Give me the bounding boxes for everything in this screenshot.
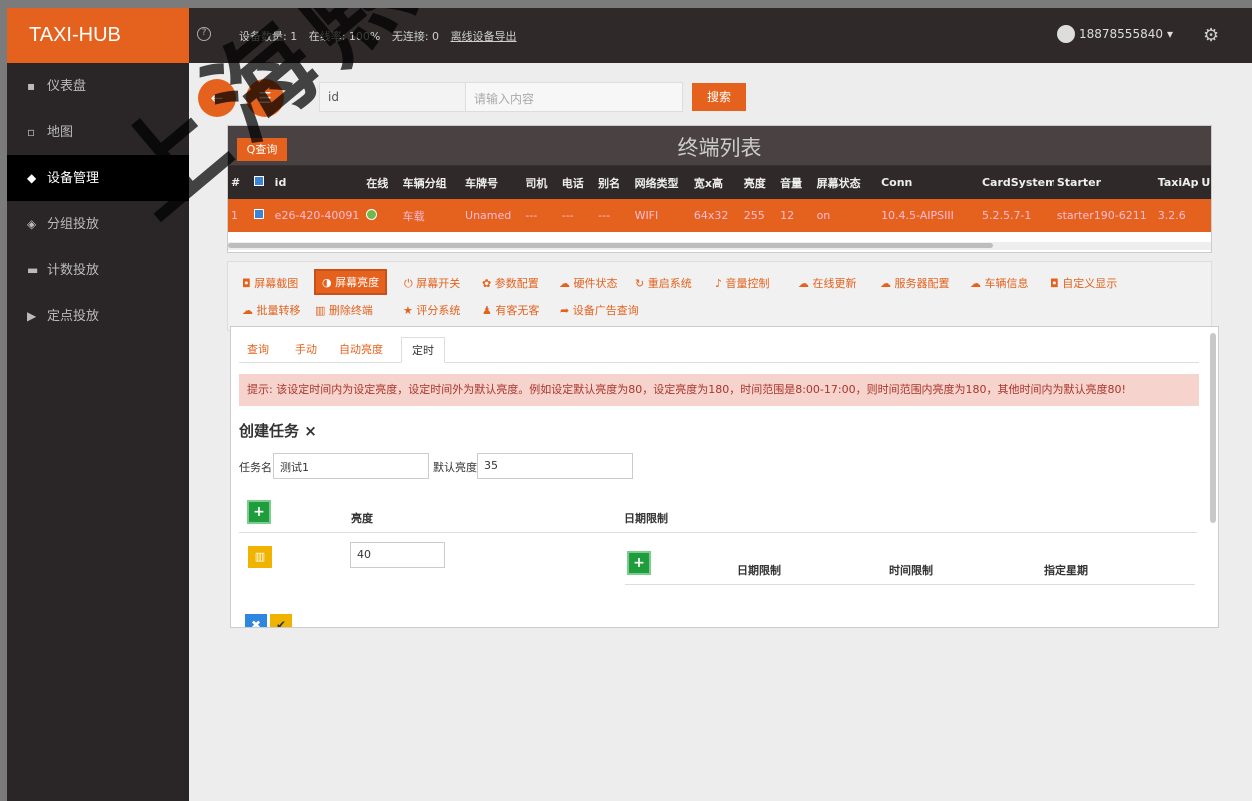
device-stats: 设备数量: 1 在线率: 100% 无连接: 0 离线设备导出 [239, 28, 525, 44]
sidebar-item-device-management[interactable]: ◆ 设备管理 [7, 155, 189, 201]
brightness-value-input[interactable]: 40 [350, 542, 445, 568]
confirm-button[interactable]: ✔ [270, 614, 292, 628]
cancel-button[interactable]: ✖ [245, 614, 267, 628]
plus-icon: + [633, 555, 645, 571]
device-ad-query-action[interactable]: ➦ 设备广告查询 [560, 302, 639, 318]
screen-switch-action[interactable]: ⏻ 屏幕开关 [404, 275, 460, 291]
sidebar-item-count-delivery[interactable]: ▬ 计数投放 [7, 247, 189, 293]
no-connection-count: 无连接: 0 [391, 30, 440, 43]
settings-gear-icon[interactable]: ⚙ [1203, 25, 1219, 46]
terminal-list-title: 终端列表 [677, 136, 762, 160]
help-icon[interactable]: ? [197, 27, 211, 41]
terminal-list-header: Q查询 终端列表 [228, 126, 1211, 166]
horizontal-scrollbar[interactable] [228, 242, 1211, 250]
counter-icon: ▬ [27, 263, 39, 277]
user-menu[interactable]: 18878555840 ▾ [1057, 25, 1173, 43]
vehicle-info-action[interactable]: ☁ 车辆信息 [970, 275, 1029, 291]
plus-icon: + [253, 504, 265, 520]
sub-weekday-header: 指定星期 [1044, 564, 1088, 577]
add-date-limit-button[interactable]: + [627, 551, 651, 575]
terminal-list-panel: Q查询 终端列表 # id 在线 车辆分组 车牌号 司机 电话 别名 网络类型 [227, 125, 1212, 253]
task-name-label: 任务名 [239, 461, 272, 474]
group-icon: ◈ [27, 217, 37, 231]
car-icon: ◆ [27, 171, 37, 185]
task-name-input[interactable]: 测试1 [273, 453, 429, 479]
table-header-row: # id 在线 车辆分组 车牌号 司机 电话 别名 网络类型 宽x高 亮度 音量… [228, 166, 1211, 199]
custom-display-action[interactable]: ◘ 自定义显示 [1050, 275, 1117, 291]
back-button[interactable]: ← [198, 79, 236, 117]
tab-query[interactable]: 查询 [247, 337, 269, 363]
online-rate: 在线率: 100% [308, 30, 381, 43]
sidebar-item-group-delivery[interactable]: ◈ 分组投放 [7, 201, 189, 247]
restart-action[interactable]: ↻ 重启系统 [635, 275, 692, 291]
close-icon: ✖ [250, 618, 262, 628]
brightness-modal: 查询 手动 自动亮度 定时 提示: 该设定时间内为设定亮度，设定时间外为默认亮度… [230, 326, 1219, 628]
dashboard-icon: ▪ [27, 79, 36, 93]
user-avatar-icon [1057, 25, 1075, 43]
brightness-action[interactable]: ◑ 屏幕亮度 [314, 269, 388, 295]
passenger-status-action[interactable]: ♟ 有客无客 [482, 302, 539, 318]
tab-scheduled[interactable]: 定时 [401, 337, 445, 363]
sidebar-item-map[interactable]: ▫ 地图 [7, 109, 189, 155]
table-divider [239, 532, 1197, 533]
list-view-button[interactable]: ☰ [246, 79, 284, 117]
sidebar: ▪ 仪表盘 ▫ 地图 ◆ 设备管理 ◈ 分组投放 ▬ 计数投放 ▶ 定点投放 [7, 63, 189, 801]
offline-export-link[interactable]: 离线设备导出 [451, 30, 517, 43]
sidebar-item-fixed-point-delivery[interactable]: ▶ 定点投放 [7, 293, 189, 339]
add-row-button[interactable]: + [247, 500, 271, 524]
device-id-cell[interactable]: e26-420-40091 [272, 199, 364, 232]
tab-manual[interactable]: 手动 [295, 337, 317, 363]
device-count: 设备数量: 1 [239, 30, 298, 43]
table-row[interactable]: 1 e26-420-40091 车载 Unamed --- --- --- WI… [228, 199, 1211, 232]
server-config-action[interactable]: ☁ 服务器配置 [880, 275, 950, 291]
delete-terminal-action[interactable]: ▥ 删除终端 [315, 302, 373, 318]
brightness-column-header: 亮度 [351, 512, 373, 525]
top-bar: TAXI-HUB ? 设备数量: 1 在线率: 100% 无连接: 0 离线设备… [7, 8, 1252, 63]
hint-alert: 提示: 该设定时间内为设定亮度，设定时间外为默认亮度。例如设定默认亮度为80，设… [239, 374, 1199, 406]
select-all-checkbox[interactable] [251, 166, 272, 199]
brand-logo[interactable]: TAXI-HUB [7, 8, 189, 63]
brightness-tabs: 查询 手动 自动亮度 定时 [239, 337, 1199, 363]
trash-icon: ▥ [254, 550, 266, 563]
screenshot-action[interactable]: ◘ 屏幕截图 [242, 275, 298, 291]
sub-table-divider [625, 584, 1195, 585]
batch-transfer-action[interactable]: ☁ 批量转移 [242, 302, 301, 318]
online-status-icon [363, 199, 399, 232]
default-brightness-input[interactable]: 35 [477, 453, 633, 479]
sub-time-limit-header: 时间限制 [889, 564, 933, 577]
param-config-action[interactable]: ✿ 参数配置 [482, 275, 539, 291]
app-root: TAXI-HUB ? 设备数量: 1 在线率: 100% 无连接: 0 离线设备… [7, 8, 1252, 801]
search-button[interactable]: 搜索 [692, 83, 746, 111]
default-brightness-label: 默认亮度 [433, 461, 477, 474]
vertical-scrollbar[interactable] [1210, 333, 1216, 523]
create-task-title: 创建任务 × [239, 422, 317, 440]
search-keyword-input[interactable]: 请输入内容 [465, 82, 683, 112]
date-limit-column-header: 日期限制 [624, 512, 668, 525]
user-name: 18878555840 [1079, 27, 1163, 41]
volume-action[interactable]: ♪ 音量控制 [715, 275, 770, 291]
action-toolbar: ◘ 屏幕截图 ◑ 屏幕亮度 ⏻ 屏幕开关 ✿ 参数配置 ☁ 硬件状态 ↻ 重启系… [227, 261, 1212, 331]
online-update-action[interactable]: ☁ 在线更新 [798, 275, 857, 291]
map-icon: ▫ [27, 125, 36, 139]
delete-row-button[interactable]: ▥ [248, 546, 272, 568]
sub-date-limit-header: 日期限制 [737, 564, 781, 577]
arrow-left-icon: ← [210, 89, 224, 107]
list-icon: ☰ [258, 89, 272, 107]
scrollbar-thumb[interactable] [228, 243, 993, 248]
play-icon: ▶ [27, 309, 37, 323]
sidebar-item-dashboard[interactable]: ▪ 仪表盘 [7, 63, 189, 109]
row-checkbox[interactable] [251, 199, 272, 232]
chevron-down-icon: ▾ [1166, 27, 1174, 41]
rating-system-action[interactable]: ★ 评分系统 [403, 302, 460, 318]
tab-auto-brightness[interactable]: 自动亮度 [339, 337, 383, 363]
terminal-table: # id 在线 车辆分组 车牌号 司机 电话 别名 网络类型 宽x高 亮度 音量… [228, 166, 1211, 232]
hardware-status-action[interactable]: ☁ 硬件状态 [559, 275, 618, 291]
check-icon: ✔ [275, 618, 287, 628]
